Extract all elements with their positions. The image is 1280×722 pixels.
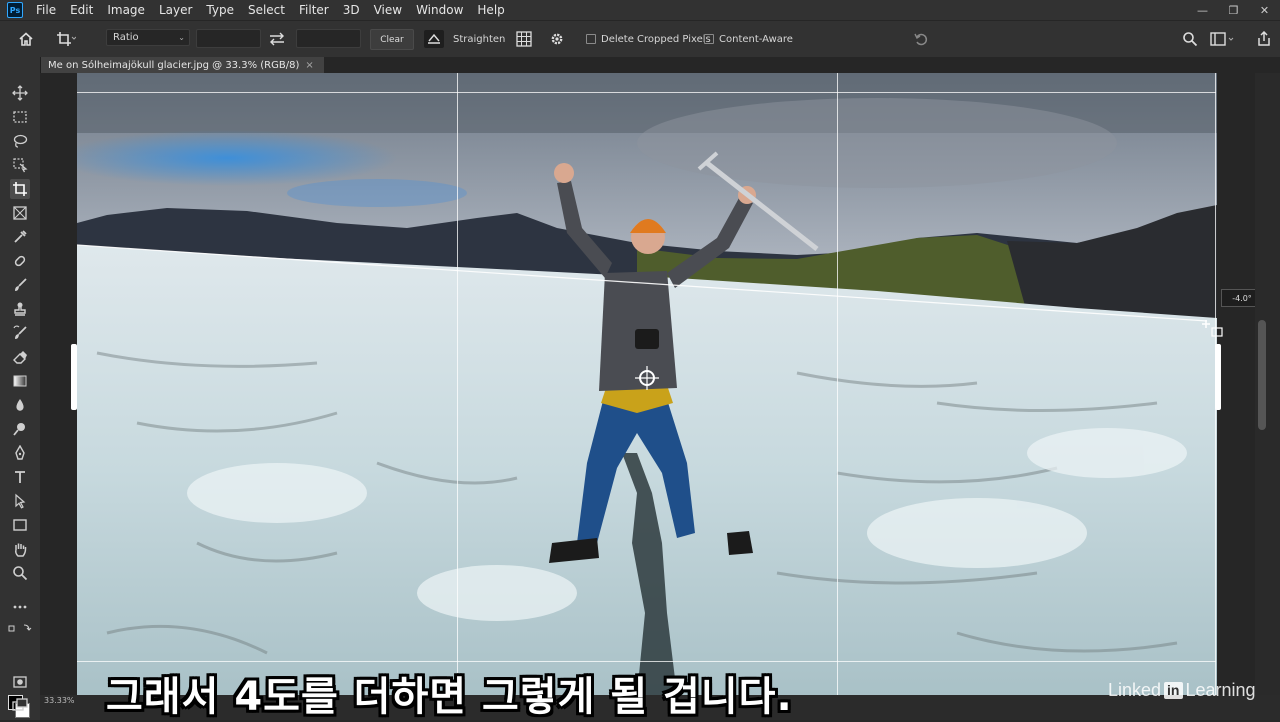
crop-handle-right[interactable] (1215, 344, 1221, 410)
gear-icon[interactable] (549, 29, 565, 49)
ratio-select[interactable]: Ratio ⌄ (106, 29, 190, 46)
scrollbar-thumb[interactable] (1258, 320, 1266, 430)
gradient-tool-icon[interactable] (10, 371, 30, 391)
quick-mask-icon[interactable] (10, 672, 30, 692)
healing-brush-tool-icon[interactable] (10, 251, 30, 271)
menu-file[interactable]: File (29, 0, 63, 20)
path-selection-tool-icon[interactable] (10, 491, 30, 511)
close-button[interactable]: ✕ (1249, 0, 1280, 20)
menu-type[interactable]: Type (199, 0, 241, 20)
move-tool-icon[interactable] (10, 83, 30, 103)
watermark-in-badge: in (1164, 682, 1183, 699)
menu-filter[interactable]: Filter (292, 0, 336, 20)
menu-window[interactable]: Window (409, 0, 470, 20)
glacier-photo[interactable] (77, 73, 1217, 695)
menu-view[interactable]: View (367, 0, 409, 20)
zoom-tool-icon[interactable] (10, 563, 30, 583)
swap-colors-icon[interactable] (8, 619, 32, 639)
window-controls: — ❐ ✕ (1187, 0, 1280, 20)
crop-tool-icon[interactable] (10, 179, 30, 199)
crop-grid-line-v1 (457, 73, 458, 695)
linkedin-learning-watermark: Linked in Learning (1108, 680, 1256, 701)
blur-tool-icon[interactable] (10, 395, 30, 415)
content-aware-checkbox[interactable]: Content-Aware (704, 29, 793, 49)
menu-edit[interactable]: Edit (63, 0, 100, 20)
checkbox-icon (586, 34, 596, 44)
rotate-cursor-icon (1200, 318, 1224, 341)
height-field[interactable] (296, 29, 361, 48)
options-bar: Ratio ⌄ Clear Straighten Delete Cropped … (0, 20, 1280, 59)
watermark-linked: Linked (1108, 680, 1162, 700)
crop-preset-icon[interactable] (56, 29, 76, 49)
document-tab-title: Me on Sólheimajökull glacier.jpg @ 33.3%… (48, 59, 300, 71)
width-field[interactable] (196, 29, 261, 48)
chevron-down-icon: ⌄ (178, 33, 185, 42)
clone-stamp-tool-icon[interactable] (10, 299, 30, 319)
straighten-label: Straighten (453, 33, 506, 45)
pen-tool-icon[interactable] (10, 443, 30, 463)
minimize-button[interactable]: — (1187, 0, 1218, 20)
ratio-select-label: Ratio (113, 32, 139, 43)
lasso-tool-icon[interactable] (10, 131, 30, 151)
history-brush-tool-icon[interactable] (10, 323, 30, 343)
menu-3d[interactable]: 3D (336, 0, 367, 20)
menu-bar: Ps File Edit Image Layer Type Select Fil… (0, 0, 1280, 20)
menu-help[interactable]: Help (470, 0, 511, 20)
tab-close-icon[interactable]: × (305, 60, 313, 71)
menu-select[interactable]: Select (241, 0, 292, 20)
crop-grid-line-top (77, 92, 1216, 93)
type-tool-icon[interactable] (10, 467, 30, 487)
video-subtitle: 그래서 4도를 더하면 그렇게 될 겁니다. (106, 674, 793, 720)
menu-layer[interactable]: Layer (152, 0, 199, 20)
more-tools-icon[interactable] (10, 597, 30, 617)
swap-icon[interactable] (268, 29, 286, 49)
menu-image[interactable]: Image (100, 0, 152, 20)
object-select-tool-icon[interactable] (10, 155, 30, 175)
share-icon[interactable] (1256, 29, 1272, 49)
restore-button[interactable]: ❐ (1218, 0, 1249, 20)
marquee-tool-icon[interactable] (10, 107, 30, 127)
crop-grid-line-bottom (77, 661, 1216, 662)
home-icon[interactable] (18, 29, 34, 49)
watermark-learning: Learning (1185, 680, 1256, 700)
workspace-icon[interactable] (1210, 29, 1236, 49)
clear-button[interactable]: Clear (370, 29, 414, 50)
straighten-icon[interactable] (424, 29, 444, 49)
rectangle-tool-icon[interactable] (10, 515, 30, 535)
photoshop-logo-icon: Ps (7, 2, 23, 18)
checkbox-icon (704, 34, 714, 44)
crop-handle-left[interactable] (71, 344, 77, 410)
content-aware-label: Content-Aware (719, 33, 793, 45)
tools-panel (0, 57, 41, 720)
search-icon[interactable] (1182, 29, 1198, 49)
delete-cropped-checkbox[interactable]: Delete Cropped Pixels (586, 29, 711, 49)
eyedropper-tool-icon[interactable] (10, 227, 30, 247)
eraser-tool-icon[interactable] (10, 347, 30, 367)
hand-tool-icon[interactable] (10, 539, 30, 559)
delete-cropped-label: Delete Cropped Pixels (601, 33, 711, 45)
screen-mode-icon[interactable] (10, 695, 30, 715)
frame-tool-icon[interactable] (10, 203, 30, 223)
reset-icon[interactable] (913, 29, 929, 49)
document-tab-bar: Me on Sólheimajökull glacier.jpg @ 33.3%… (40, 57, 1280, 73)
brush-tool-icon[interactable] (10, 275, 30, 295)
document-tab[interactable]: Me on Sólheimajökull glacier.jpg @ 33.3%… (40, 57, 324, 73)
crop-grid-line-v2 (837, 73, 838, 695)
overlay-grid-icon[interactable] (516, 29, 532, 49)
zoom-level[interactable]: 33.33% (44, 696, 75, 705)
dodge-tool-icon[interactable] (10, 419, 30, 439)
